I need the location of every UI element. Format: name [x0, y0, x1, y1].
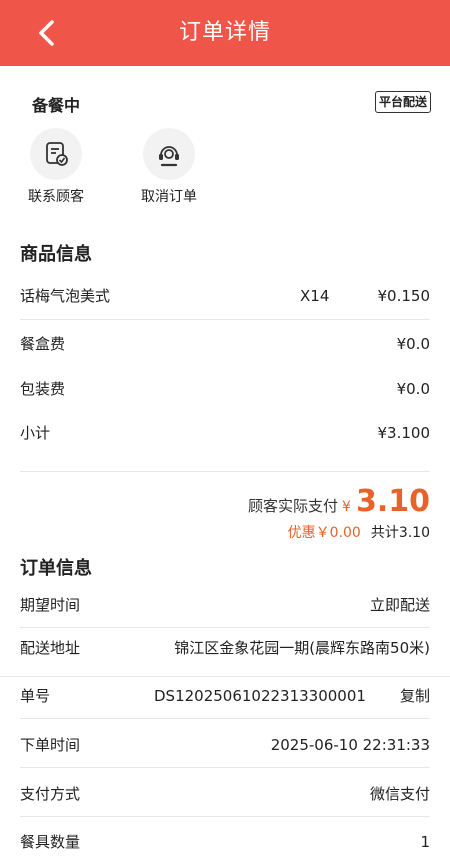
order-section-title: 订单信息 — [20, 558, 92, 579]
divider — [20, 767, 430, 768]
customer-document-icon — [30, 128, 82, 180]
headset-support-icon — [143, 128, 195, 180]
row-value: 锦江区金象花园一期(晨辉东路南50米) — [174, 639, 430, 657]
fee-value: ¥0.0 — [396, 335, 430, 353]
total-text: 共计3.10 — [370, 525, 430, 541]
order-row-payment: 支付方式 微信支付 — [20, 772, 430, 816]
row-label: 期望时间 — [20, 596, 81, 614]
row-label: 下单时间 — [20, 736, 81, 754]
subtotal-row: 小计 ¥3.100 — [20, 411, 430, 455]
subtotal-value: ¥3.100 — [377, 424, 431, 442]
actual-payment-label: 顾客实际支付 — [247, 497, 338, 515]
row-value: 2025-06-10 22:31:33 — [270, 736, 430, 754]
contact-customer-button[interactable]: 联系顾客 — [11, 128, 101, 206]
copy-button[interactable]: 复制 — [400, 674, 430, 718]
discount-summary: 优惠￥0.00 共计3.10 — [288, 522, 430, 542]
actual-payment: 顾客实际支付 ¥ 3.10 — [248, 484, 430, 519]
fee-row-package: 包装费 ¥0.0 — [20, 367, 430, 411]
row-value: 微信支付 — [369, 785, 430, 803]
cancel-order-button[interactable]: 取消订单 — [124, 128, 214, 206]
order-row-time: 下单时间 2025-06-10 22:31:33 — [20, 723, 430, 767]
row-label: 餐具数量 — [20, 833, 81, 851]
item-quantity: X14 — [300, 287, 330, 305]
divider — [20, 816, 430, 817]
order-number: DS12025061022313300001 — [154, 687, 366, 705]
item-price: ¥0.150 — [377, 287, 431, 305]
order-row-tableware: 餐具数量 1 — [20, 820, 430, 864]
goods-item-row: 话梅气泡美式 X14 ¥0.150 — [20, 274, 430, 318]
order-row-address: 配送地址 锦江区金象花园一期(晨辉东路南50米) — [20, 626, 430, 670]
page-title: 订单详情 — [178, 20, 271, 45]
contact-customer-label: 联系顾客 — [28, 189, 84, 205]
order-row-expected-time: 期望时间 立即配送 — [20, 583, 430, 627]
subtotal-label: 小计 — [20, 424, 51, 442]
row-label: 配送地址 — [20, 639, 81, 657]
row-label: 支付方式 — [20, 785, 81, 803]
discount-text: 优惠￥0.00 — [287, 525, 361, 541]
item-name: 话梅气泡美式 — [20, 287, 111, 305]
fee-label: 包装费 — [20, 380, 66, 398]
order-status: 备餐中 — [32, 96, 81, 115]
fee-label: 餐盒费 — [20, 335, 66, 353]
top-bar: 订单详情 — [0, 0, 450, 66]
actual-payment-amount: 3.10 — [355, 484, 430, 519]
cancel-order-label: 取消订单 — [141, 189, 197, 205]
order-row-number: 单号 DS12025061022313300001 复制 — [20, 674, 430, 718]
row-label: 单号 — [20, 687, 51, 705]
divider — [20, 319, 430, 320]
divider — [20, 718, 430, 719]
fee-row-box: 餐盒费 ¥0.0 — [20, 322, 430, 366]
row-value: 立即配送 — [369, 596, 430, 614]
goods-section-title: 商品信息 — [20, 244, 92, 265]
currency-symbol: ¥ — [341, 499, 351, 515]
fee-value: ¥0.0 — [396, 380, 430, 398]
row-value: 1 — [420, 833, 430, 851]
delivery-type-badge: 平台配送 — [375, 91, 432, 113]
back-arrow-icon[interactable] — [30, 15, 66, 51]
divider — [20, 471, 430, 472]
